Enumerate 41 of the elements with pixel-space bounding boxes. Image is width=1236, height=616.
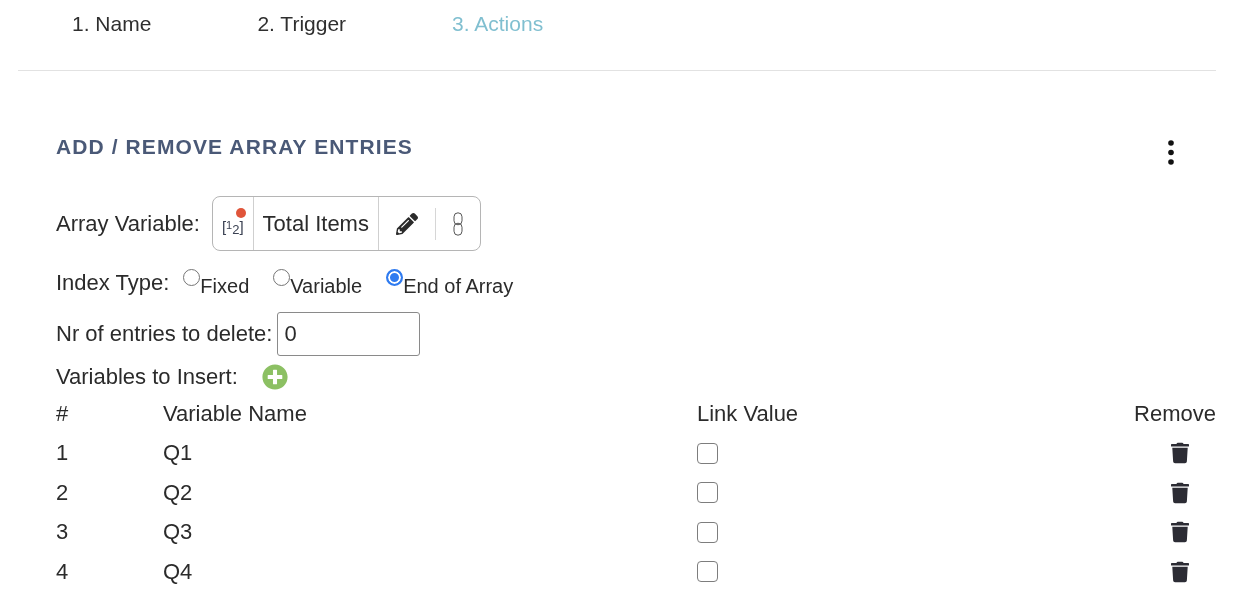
variable-name-cell: Q4 (163, 558, 193, 585)
field-label: Nr of entries to delete: (56, 321, 273, 347)
number-input-field[interactable]: 0 (277, 312, 421, 356)
checkbox[interactable] (697, 442, 718, 464)
step-tab[interactable]: 2. Trigger (257, 8, 347, 40)
checkbox[interactable] (697, 482, 718, 504)
trash-icon[interactable] (1171, 559, 1189, 584)
add-icon[interactable] (261, 364, 288, 390)
step-tab[interactable]: 1. Name (72, 8, 152, 40)
pencil-icon[interactable] (395, 212, 418, 235)
radio-button[interactable] (273, 269, 291, 286)
array-type-label: [$^{1}$$_{2}$] (221, 218, 244, 235)
radio-button[interactable] (183, 269, 201, 286)
more-vertical-icon[interactable] (1168, 140, 1174, 165)
section-title: ADD / REMOVE ARRAY ENTRIES (56, 134, 413, 160)
column-header: Remove (1133, 399, 1216, 428)
variable-name-cell: Q3 (163, 519, 193, 546)
column-header: # (56, 399, 70, 428)
field-label: Variables to Insert: (56, 364, 238, 390)
column-header: Link Value (697, 399, 800, 428)
variable-name-cell: Q1 (163, 440, 193, 467)
radio-label[interactable]: End of Array (403, 275, 514, 297)
variable-value[interactable]: Total Items (262, 210, 369, 237)
status-dot-icon (235, 208, 246, 218)
link-icon[interactable] (452, 211, 463, 236)
trash-icon[interactable] (1171, 480, 1189, 505)
field-label: Array Variable: (56, 210, 200, 237)
radio-label[interactable]: Variable (290, 275, 363, 297)
column-header: Variable Name (163, 399, 308, 428)
radio-button[interactable] (386, 269, 404, 286)
variable-name-cell: Q2 (163, 479, 193, 506)
trash-icon[interactable] (1171, 520, 1189, 545)
row-number: 4 (56, 558, 69, 585)
field-label: Index Type: (56, 270, 170, 296)
row-number: 2 (56, 479, 69, 506)
radio-label[interactable]: Fixed (200, 275, 250, 297)
row-number: 1 (56, 440, 69, 467)
trash-icon[interactable] (1171, 441, 1189, 466)
checkbox[interactable] (697, 561, 718, 583)
checkbox[interactable] (697, 521, 718, 543)
row-number: 3 (56, 519, 69, 546)
